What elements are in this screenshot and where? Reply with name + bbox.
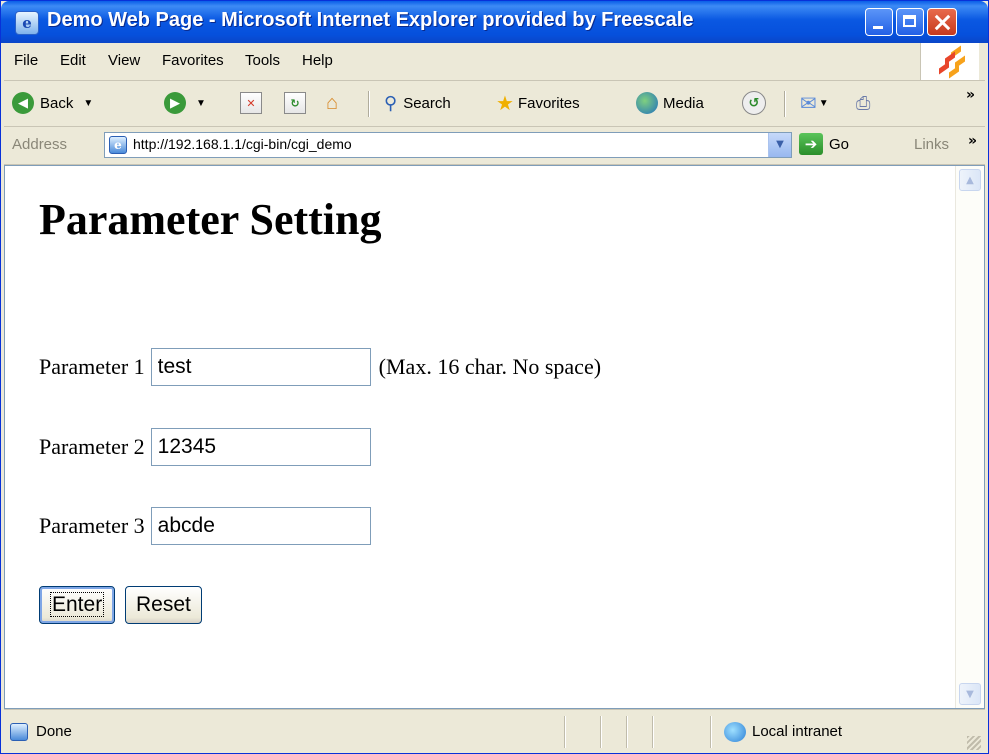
history-button[interactable]: ↺ (742, 89, 772, 117)
menu-help[interactable]: Help (302, 52, 333, 69)
favorites-button[interactable]: ★ Favorites (496, 89, 580, 117)
menu-tools[interactable]: Tools (245, 52, 280, 69)
forward-button[interactable]: ▶ ▼ (164, 89, 206, 117)
status-divider (710, 716, 711, 748)
minimize-button[interactable] (865, 8, 893, 36)
history-icon: ↺ (742, 91, 766, 115)
star-icon: ★ (496, 92, 514, 115)
parameter-1-hint: (Max. 16 char. No space) (378, 354, 602, 379)
parameter-1-input[interactable] (150, 348, 371, 386)
menu-file[interactable]: File (14, 52, 38, 69)
print-button[interactable]: ⎙ (856, 89, 870, 117)
parameter-3-input[interactable] (150, 507, 371, 545)
print-icon: ⎙ (856, 92, 871, 113)
freescale-logo-icon (920, 43, 979, 80)
resize-grip-icon[interactable] (967, 736, 981, 750)
browser-window: e Demo Web Page - Microsoft Internet Exp… (0, 0, 989, 754)
address-dropdown-icon[interactable]: ▼ (768, 133, 791, 157)
toolbar-more-chevron-icon[interactable]: » (966, 87, 975, 103)
back-arrow-icon: ◀ (12, 92, 34, 114)
mail-button[interactable]: ✉ ▼ (800, 89, 829, 117)
stop-icon: ✕ (240, 92, 262, 114)
address-input[interactable]: e http://192.168.1.1/cgi-bin/cgi_demo ▼ (104, 132, 792, 158)
back-label: Back (40, 94, 74, 112)
page-status-icon (10, 723, 28, 741)
title-bar[interactable]: e Demo Web Page - Microsoft Internet Exp… (1, 1, 988, 43)
status-divider (600, 716, 601, 748)
search-icon: ⚲ (384, 92, 398, 113)
status-divider (626, 716, 627, 748)
links-more-chevron-icon[interactable]: » (968, 133, 977, 149)
toolbar-separator (784, 91, 785, 117)
parameter-1-row: Parameter 1 (Max. 16 char. No space) (39, 348, 601, 386)
parameter-2-label: Parameter 2 (39, 434, 145, 459)
enter-button[interactable]: Enter (39, 586, 116, 624)
ie-icon: e (15, 11, 39, 35)
address-url: http://192.168.1.1/cgi-bin/cgi_demo (133, 136, 352, 152)
home-icon: ⌂ (326, 91, 339, 114)
parameter-2-input[interactable] (150, 428, 371, 466)
forward-arrow-icon: ▶ (164, 92, 186, 114)
address-label: Address (12, 136, 68, 153)
address-bar: Address e http://192.168.1.1/cgi-bin/cgi… (4, 127, 985, 165)
mail-dropdown-icon[interactable]: ▼ (819, 98, 829, 109)
mail-icon: ✉ (800, 92, 817, 115)
status-bar: Done Local intranet (4, 709, 985, 753)
menu-view[interactable]: View (108, 52, 140, 69)
enter-label: Enter (50, 592, 105, 617)
refresh-icon: ↻ (284, 92, 306, 114)
search-button[interactable]: ⚲ Search (384, 89, 451, 117)
status-divider (564, 716, 565, 748)
toolbar-separator (368, 91, 369, 117)
scroll-up-icon[interactable]: ▲ (959, 169, 981, 191)
refresh-button[interactable]: ↻ (284, 89, 306, 117)
media-button[interactable]: Media (636, 89, 704, 117)
home-button[interactable]: ⌂ (326, 89, 338, 117)
menu-bar: File Edit View Favorites Tools Help (4, 43, 985, 81)
favorites-label: Favorites (517, 94, 580, 112)
links-label[interactable]: Links (914, 136, 949, 153)
reset-button[interactable]: Reset (125, 586, 202, 624)
parameter-2-row: Parameter 2 (39, 428, 371, 466)
parameter-1-label: Parameter 1 (39, 354, 145, 379)
back-button[interactable]: ◀ Back ▼ (12, 89, 93, 117)
go-button[interactable]: ➔ Go (799, 133, 849, 155)
security-zone-text: Local intranet (752, 723, 843, 740)
menu-favorites[interactable]: Favorites (162, 52, 224, 69)
intranet-zone-icon (724, 722, 746, 742)
media-icon (636, 92, 658, 114)
vertical-scrollbar[interactable]: ▲ ▼ (955, 166, 984, 708)
forward-dropdown-icon[interactable]: ▼ (196, 98, 206, 109)
page-viewport: Parameter Setting Parameter 1 (Max. 16 c… (4, 165, 985, 709)
page-content: Parameter Setting Parameter 1 (Max. 16 c… (5, 166, 954, 708)
go-label: Go (829, 135, 850, 153)
window-title: Demo Web Page - Microsoft Internet Explo… (47, 9, 694, 31)
stop-button[interactable]: ✕ (240, 89, 262, 117)
maximize-button[interactable] (896, 8, 924, 36)
page-title: Parameter Setting (39, 195, 382, 244)
scroll-down-icon[interactable]: ▼ (959, 683, 981, 705)
status-text: Done (36, 723, 72, 740)
media-label: Media (663, 94, 704, 112)
page-favicon-icon: e (109, 136, 127, 154)
parameter-3-label: Parameter 3 (39, 513, 145, 538)
back-dropdown-icon[interactable]: ▼ (83, 98, 93, 109)
parameter-3-row: Parameter 3 (39, 507, 371, 545)
status-divider (652, 716, 653, 748)
close-button[interactable] (927, 8, 957, 36)
go-arrow-icon: ➔ (799, 133, 823, 155)
standard-toolbar: ◀ Back ▼ ▶ ▼ ✕ ↻ ⌂ ⚲ Search ★ Favorites … (4, 81, 985, 127)
search-label: Search (403, 94, 451, 112)
menu-edit[interactable]: Edit (60, 52, 86, 69)
